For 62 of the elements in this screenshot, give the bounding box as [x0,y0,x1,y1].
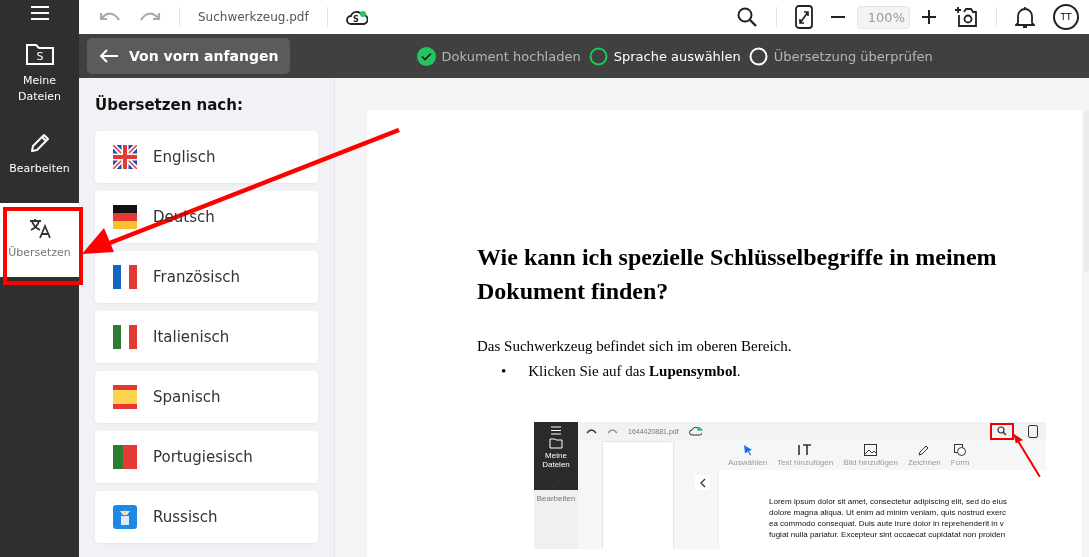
language-option[interactable]: Portugiesisch [95,431,318,483]
language-option[interactable]: Spanisch [95,371,318,423]
sidebar-item[interactable]: S Meine Dateien [0,41,79,117]
step-label: Übersetzung überprüfen [773,48,933,64]
flag-icon [113,505,137,529]
fit-page-icon[interactable] [794,5,813,29]
document-paragraph: Das Suchwerkzeug befindet sich im oberen Bereich. [477,338,793,355]
step-label: Dokument hochladen [441,48,581,64]
bullet-marker: • [501,363,507,380]
tool-label: Auswählen [728,457,768,467]
image-icon [864,443,878,456]
flag-icon [113,385,137,409]
cloud-sync-icon[interactable]: S [345,8,368,26]
minus-icon[interactable] [830,15,845,19]
text-line: ea commodo consequat. Duis aute irure dolor in reprehenderit in v [769,518,1005,529]
sidebar-label: Bearbeiten [535,494,577,503]
arrow-left-icon [99,49,119,63]
flag-icon [113,265,137,289]
add-photo-icon[interactable] [954,6,978,28]
menu-icon [551,426,561,435]
shapes-icon [954,443,967,456]
text-line: Lorem ipsum dolor sit amet, consectetur adipiscing elit, sed do eius [769,496,1008,507]
document-heading: Wie kann ich spezielle Schlüsselbegriffe in meinem Dokument finden? [477,243,998,306]
sidebar-item[interactable]: Übersetzen [0,203,79,277]
tool-label: Bild hinzufügen [843,457,898,467]
undo-icon [586,427,597,435]
text-cursor-icon [798,443,813,456]
search-icon[interactable] [735,6,758,28]
tool-label: Form [950,457,970,467]
annotation-arrow [1011,432,1043,480]
flag-icon [113,205,137,229]
text-line: dolore magna aliqua. Ut enim ad minim veniam, quis nostrud exerc [769,507,1007,518]
sidebar-label: Meine Dateien [541,451,571,469]
plus-icon[interactable] [922,10,936,24]
bullet-text: Klicken Sie auf das Lupensymbol. [528,363,741,380]
flag-icon [113,445,137,469]
fit-page-icon [1028,424,1038,438]
cloud-icon [688,426,702,436]
language-option[interactable]: Englisch [95,131,318,183]
file-name: Suchwerkzeug.pdf [198,10,309,24]
folder-icon: S [24,41,55,67]
chevron-left-icon [699,477,706,488]
folder-icon [549,437,563,449]
flag-icon [113,325,137,349]
sidebar-item[interactable]: Bearbeiten [0,131,79,189]
cursor-icon [742,443,753,456]
language-option[interactable]: Italienisch [95,311,318,363]
flag-icon [113,145,137,169]
back-button[interactable]: Von vorn anfangen [87,38,291,74]
tool-label: Text hinzufügen [777,457,834,467]
search-icon [990,422,1014,440]
panel-title: Übersetzen nach: [95,96,244,114]
language-option[interactable]: Französisch [95,251,318,303]
user-avatar[interactable]: TT [1053,4,1079,30]
redo-icon [607,427,618,435]
bell-icon[interactable] [1015,5,1035,29]
menu-icon[interactable] [29,5,50,21]
text-line: fugiat nulla pariatur. Excepteur sint occaecat cupidatat non proiden [769,529,1007,540]
step-label: Sprache auswählen [613,48,741,64]
translate-icon [27,217,52,239]
language-option[interactable]: Russisch [95,491,318,543]
tool-label: Zeichnen [907,457,941,467]
